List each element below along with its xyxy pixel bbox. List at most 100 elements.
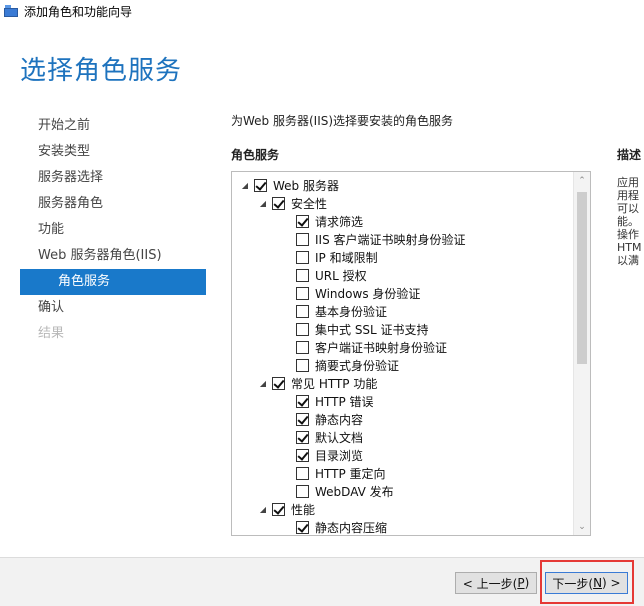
tree-item-label: 基本身份验证 (315, 304, 388, 319)
nav-item[interactable]: 安装类型 (20, 139, 206, 165)
tree-item[interactable]: HTTP 错误 (296, 392, 374, 410)
tree-item-label: 安全性 (291, 196, 328, 211)
tree-item[interactable]: IP 和域限制 (296, 248, 378, 266)
expand-arrow-icon[interactable]: ◢ (258, 198, 268, 208)
tree-item-checkbox[interactable] (272, 196, 285, 210)
tree-item-checkbox[interactable] (254, 178, 267, 192)
nav-item[interactable]: 角色服务 (20, 269, 206, 295)
tree-item-checkbox[interactable] (296, 484, 309, 498)
tree-item-label: HTTP 重定向 (315, 466, 386, 481)
tree-item-checkbox[interactable] (272, 376, 285, 390)
window-title: 添加角色和功能向导 (24, 4, 133, 19)
nav-item[interactable]: 功能 (20, 217, 206, 243)
tree-item-checkbox[interactable] (296, 394, 309, 408)
folder-icon (4, 5, 18, 17)
tree-item-label: 常见 HTTP 功能 (291, 376, 378, 391)
expand-arrow-icon[interactable]: ◢ (240, 180, 250, 190)
previous-button[interactable]: < 上一步(P) (455, 572, 537, 594)
tree-item-checkbox[interactable] (296, 430, 309, 444)
tree-item-checkbox[interactable] (296, 358, 309, 372)
tree-item[interactable]: URL 授权 (296, 266, 367, 284)
nav-item[interactable]: Web 服务器角色(IIS) (20, 243, 206, 269)
wizard-footer: < 上一步(P) 下一步(N) > (0, 557, 644, 606)
tree-item-checkbox[interactable] (296, 304, 309, 318)
nav-item[interactable]: 开始之前 (20, 113, 206, 139)
tree-item-checkbox[interactable] (296, 466, 309, 480)
role-services-tree[interactable]: ◢ Web 服务器 ◢ 安全性 请求筛选 IIS 客户端证书映射身份验证 IP 和域限制 UR… (231, 171, 591, 536)
tree-item[interactable]: 客户端证书映射身份验证 (296, 338, 447, 356)
description-label: 描述 (617, 148, 642, 162)
tree-item[interactable]: 请求筛选 (296, 212, 363, 230)
tree-item-checkbox[interactable] (296, 232, 309, 246)
scroll-thumb[interactable] (577, 192, 587, 364)
description-line: 可以 (617, 202, 639, 215)
description-line: 用程 (617, 189, 639, 202)
tree-item-checkbox[interactable] (296, 340, 309, 354)
tree-item-checkbox[interactable] (296, 322, 309, 336)
description-line: 操作 (617, 228, 639, 241)
next-accelerator: N (593, 576, 603, 590)
tree-item-checkbox[interactable] (272, 502, 285, 516)
nav-item[interactable]: 确认 (20, 295, 206, 321)
tree-item-checkbox[interactable] (296, 448, 309, 462)
tree-item-label: HTTP 错误 (315, 394, 374, 409)
tree-item-label: 默认文档 (315, 430, 364, 445)
tree-item[interactable]: WebDAV 发布 (296, 482, 394, 500)
tree-item-label: URL 授权 (315, 268, 367, 283)
nav-item: 结果 (38, 326, 65, 341)
tree-item-label: 目录浏览 (315, 448, 364, 463)
description-line: 应用 (617, 176, 639, 189)
tree-item-label: 静态内容 (315, 412, 364, 427)
role-services-label: 角色服务 (231, 148, 280, 162)
tree-item-checkbox[interactable] (296, 520, 309, 534)
tree-item-label: 性能 (291, 502, 316, 517)
tree-item-label: WebDAV 发布 (315, 484, 394, 499)
tree-item[interactable]: 默认文档 (296, 428, 363, 446)
tree-item[interactable]: Windows 身份验证 (296, 284, 420, 302)
tree-item[interactable]: 静态内容 (296, 410, 363, 428)
tree-item[interactable]: ◢ 安全性 (258, 194, 327, 212)
previous-label-post: ) (524, 576, 530, 590)
tree-item-label: Windows 身份验证 (315, 286, 421, 301)
tree-item[interactable]: ◢ Web 服务器 (240, 176, 339, 194)
nav-item[interactable]: 服务器角色 (20, 191, 206, 217)
tree-scrollbar[interactable]: ⌃ ⌄ (573, 172, 590, 535)
tree-item-label: 摘要式身份验证 (315, 358, 400, 373)
next-label-post: ) > (602, 576, 621, 590)
tree-item[interactable]: ◢ 常见 HTTP 功能 (258, 374, 377, 392)
tree-item[interactable]: ◢ 性能 (258, 500, 315, 518)
description-line: HTM (617, 241, 642, 254)
description-line: 以满 (617, 254, 639, 267)
next-label-pre: 下一步( (552, 576, 594, 591)
tree-item-checkbox[interactable] (296, 412, 309, 426)
tree-item[interactable]: 静态内容压缩 (296, 518, 388, 535)
tree-item[interactable]: 集中式 SSL 证书支持 (296, 320, 429, 338)
next-button[interactable]: 下一步(N) > (545, 572, 628, 594)
description-text: 应用 用程 可以 能。 操作 HTM 以满 (617, 176, 644, 267)
window-titlebar: 添加角色和功能向导 (0, 0, 644, 22)
previous-accelerator: P (517, 576, 525, 590)
tree-item-checkbox[interactable] (296, 214, 309, 228)
scroll-up-button[interactable]: ⌃ (574, 172, 590, 189)
expand-arrow-icon[interactable]: ◢ (258, 504, 268, 514)
tree-item[interactable]: HTTP 重定向 (296, 464, 386, 482)
tree-item-label: 静态内容压缩 (315, 520, 388, 535)
tree-item-label: 集中式 SSL 证书支持 (315, 322, 429, 337)
tree-item-label: IP 和域限制 (315, 250, 378, 265)
previous-label-pre: < 上一步( (462, 576, 518, 591)
tree-item-label: IIS 客户端证书映射身份验证 (315, 232, 466, 247)
intro-text: 为Web 服务器(IIS)选择要安装的角色服务 (231, 114, 454, 128)
tree-item-checkbox[interactable] (296, 250, 309, 264)
description-line: 能。 (617, 215, 639, 228)
tree-item[interactable]: 摘要式身份验证 (296, 356, 399, 374)
expand-arrow-icon[interactable]: ◢ (258, 378, 268, 388)
tree-item-checkbox[interactable] (296, 268, 309, 282)
wizard-nav: 开始之前 安装类型 服务器选择 服务器角色 功能 Web 服务器角色(IIS) 角色服务 确认… (20, 113, 206, 347)
tree-item-checkbox[interactable] (296, 286, 309, 300)
tree-item[interactable]: IIS 客户端证书映射身份验证 (296, 230, 466, 248)
tree-item-label: Web 服务器 (273, 178, 339, 193)
scroll-down-button[interactable]: ⌄ (574, 518, 590, 535)
tree-item[interactable]: 目录浏览 (296, 446, 363, 464)
tree-item[interactable]: 基本身份验证 (296, 302, 387, 320)
nav-item[interactable]: 服务器选择 (20, 165, 206, 191)
